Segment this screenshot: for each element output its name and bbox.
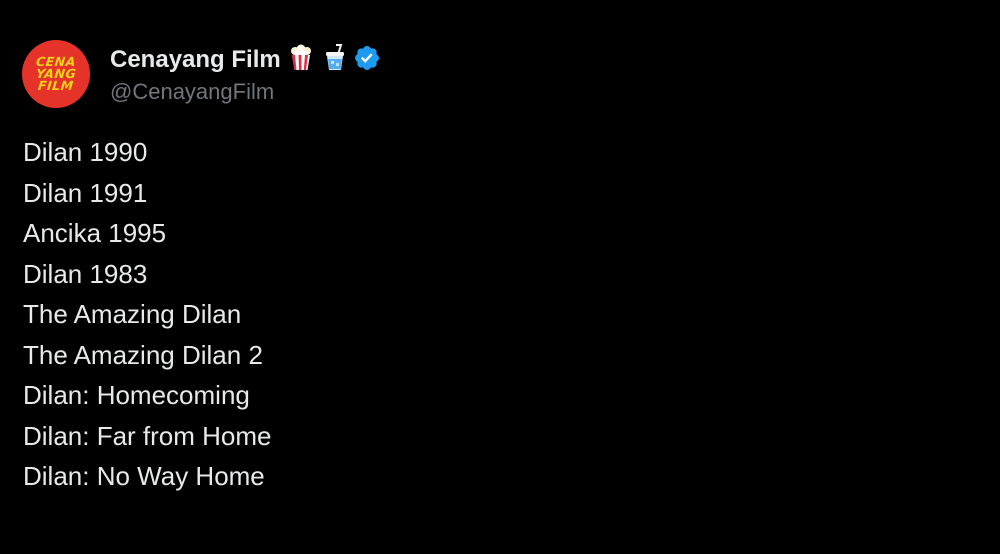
- avatar[interactable]: CENA YANG FILM: [22, 40, 90, 108]
- tweet-text-line: Dilan 1991: [23, 177, 148, 208]
- popcorn-icon: [287, 44, 315, 77]
- tweet-text: Dilan 1990 Dilan 1991 Ancika 1995 Dilan …: [23, 132, 272, 497]
- tweet-text-line: The Amazing Dilan: [23, 299, 242, 329]
- tweet-text-line: Dilan 1983: [23, 258, 148, 289]
- tweet-text-line: Dilan 1990: [23, 137, 148, 167]
- tweet-text-line: The Amazing Dilan 2: [23, 339, 263, 370]
- soft-drink-cup-icon: [321, 43, 349, 77]
- author-display-name[interactable]: Cenayang Film: [110, 46, 281, 74]
- tweet-header: CENA YANG FILM Cenayang Film @CenayangFi…: [22, 40, 381, 108]
- avatar-logo-text-line: FILM: [37, 78, 75, 93]
- tweet-text-line: Dilan: Homecoming: [23, 380, 250, 410]
- tweet-text-line: Ancika 1995: [23, 218, 167, 248]
- author-identity: Cenayang Film @CenayangFilm: [110, 43, 381, 105]
- name-row: Cenayang Film: [110, 43, 381, 77]
- tweet-card: CENA YANG FILM Cenayang Film @CenayangFi…: [0, 0, 1000, 554]
- author-handle[interactable]: @CenayangFilm: [110, 79, 381, 105]
- tweet-text-line: Dilan: No Way Home: [23, 461, 265, 491]
- verified-badge-icon[interactable]: [353, 44, 381, 77]
- tweet-text-line: Dilan: Far from Home: [23, 420, 272, 451]
